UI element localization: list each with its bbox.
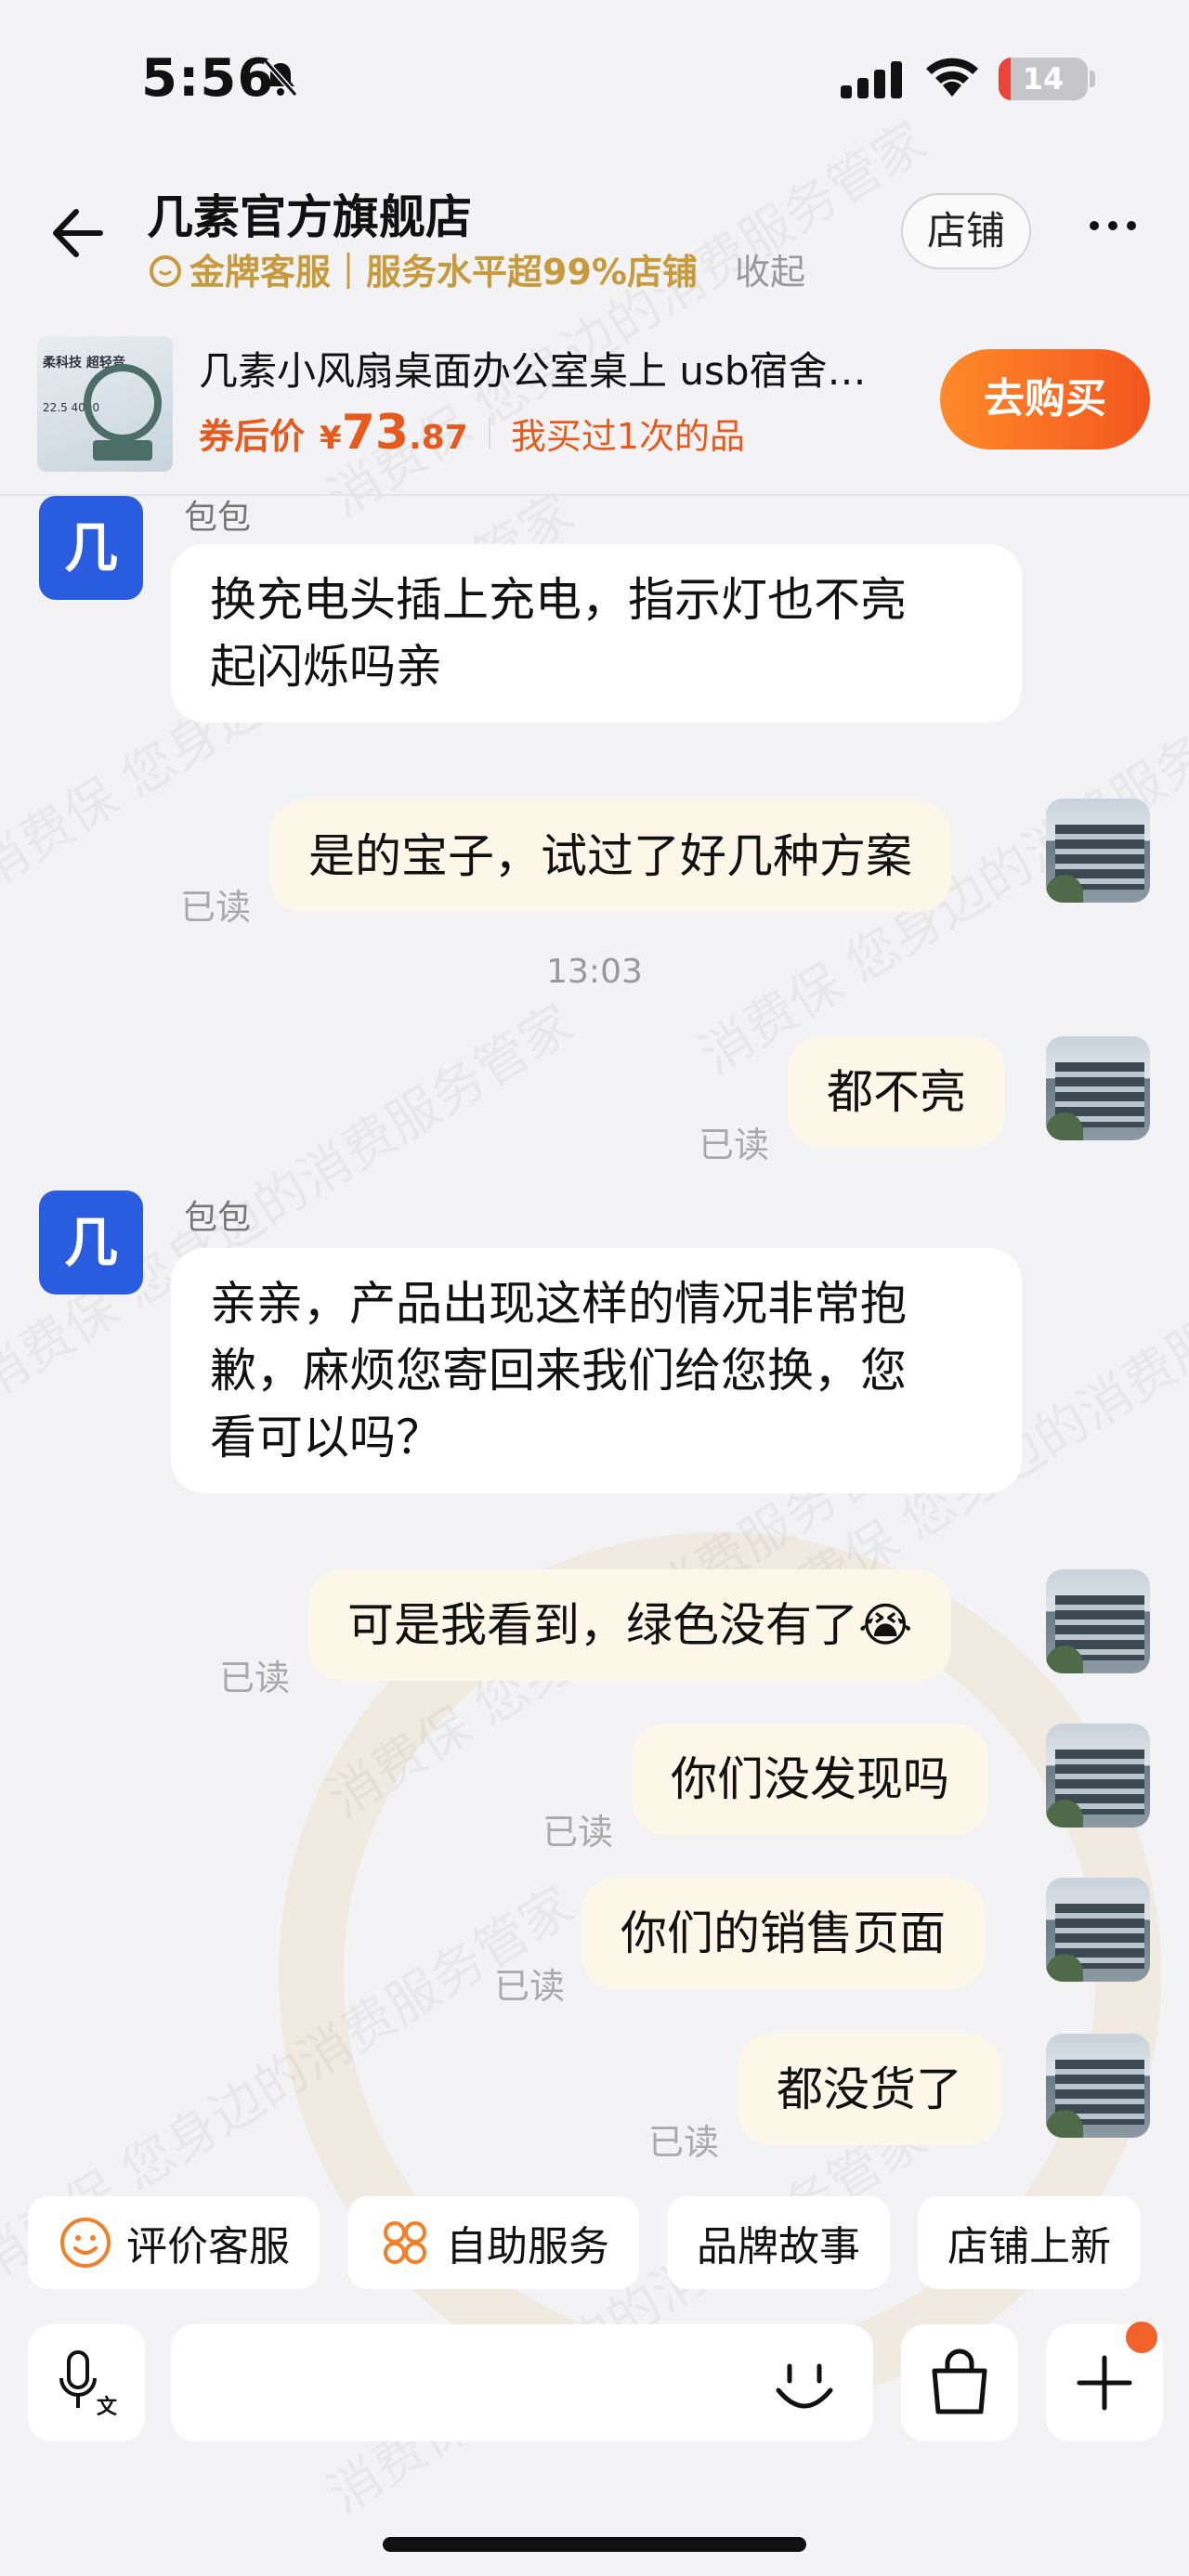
product-title[interactable]: 几素小风扇桌面办公室桌上 usb宿舍…	[199, 340, 923, 397]
bell-muted-icon	[263, 59, 298, 97]
voice-translate-icon: 文	[59, 2350, 118, 2419]
shopping-bag-button[interactable]	[901, 2324, 1018, 2441]
voice-input-button[interactable]: 文	[28, 2324, 145, 2441]
user-avatar[interactable]	[1046, 1569, 1150, 1673]
message-bubble-incoming[interactable]: 换充电头插上充电，指示灯也不亮 起闪烁吗亲	[171, 544, 1022, 722]
service-badge: 金牌客服｜服务水平超99%店铺	[189, 252, 698, 293]
sender-name: 包包	[184, 499, 252, 537]
smile-icon	[60, 2218, 111, 2268]
read-receipt: 已读	[648, 2122, 720, 2163]
battery-level: 14	[1022, 61, 1065, 97]
price-decimal: .87	[409, 419, 468, 457]
service-badge-row: 金牌客服｜服务水平超99%店铺 收起	[147, 243, 805, 294]
signal-icon	[841, 61, 902, 98]
shop-name[interactable]: 几素官方旗舰店	[147, 180, 472, 247]
purchase-history-text: 我买过1次的品	[510, 416, 746, 457]
chat-timestamp: 13:03	[546, 953, 643, 991]
message-text: 换充电头插上充电，指示灯也不亮	[210, 573, 907, 627]
store-button[interactable]: 店铺	[901, 193, 1031, 269]
buy-button[interactable]: 去购买	[940, 349, 1150, 449]
quick-actions-bar: 评价客服 自助服务 品牌故事 店铺上新	[28, 2196, 1141, 2289]
user-avatar[interactable]	[1046, 1724, 1150, 1828]
divider	[488, 417, 490, 449]
shopping-bag-icon	[932, 2348, 987, 2414]
rate-service-button[interactable]: 评价客服	[28, 2196, 320, 2289]
user-avatar[interactable]	[1046, 799, 1150, 903]
chip-label: 店铺上新	[947, 2223, 1111, 2270]
user-avatar[interactable]	[1046, 1878, 1150, 1982]
read-receipt: 已读	[542, 1812, 614, 1853]
new-arrivals-button[interactable]: 店铺上新	[918, 2196, 1141, 2289]
product-image[interactable]: 柔科技 超轻音 22.5 4000	[37, 336, 173, 472]
price-integer: 73	[341, 405, 410, 461]
price-row: 券后价 ¥ 73 .87 我买过1次的品	[199, 405, 745, 461]
price-label: 券后价	[199, 416, 306, 457]
message-text: 起闪烁吗亲	[210, 640, 442, 694]
message-bubble-outgoing[interactable]: 可是我看到，绿色没有了😭	[308, 1569, 952, 1681]
medal-icon	[150, 254, 181, 287]
grid-icon	[384, 2221, 426, 2264]
read-receipt: 已读	[219, 1658, 291, 1698]
wifi-icon	[926, 58, 978, 97]
message-text: 歉，麻烦您寄回来我们给您换，您	[210, 1344, 907, 1398]
sender-name: 包包	[184, 1199, 252, 1237]
user-avatar[interactable]	[1046, 2034, 1150, 2138]
message-input[interactable]	[171, 2324, 873, 2441]
svg-text:文: 文	[97, 2395, 118, 2419]
home-indicator[interactable]	[383, 2537, 806, 2552]
shop-avatar[interactable]: 几	[39, 1190, 143, 1295]
chip-label: 自助服务	[446, 2223, 609, 2270]
message-bubble-incoming[interactable]: 亲亲，产品出现这样的情况非常抱 歉，麻烦您寄回来我们给您换，您 看可以吗？	[171, 1248, 1022, 1493]
read-receipt: 已读	[180, 887, 252, 928]
back-arrow-icon[interactable]	[45, 202, 106, 264]
battery-cap	[1090, 71, 1095, 87]
message-text: 亲亲，产品出现这样的情况非常抱	[210, 1277, 907, 1331]
status-time: 5:56	[141, 48, 275, 109]
brand-story-button[interactable]: 品牌故事	[667, 2196, 890, 2289]
read-receipt: 已读	[494, 1966, 566, 2007]
chip-label: 品牌故事	[697, 2223, 860, 2270]
emoji-icon[interactable]	[769, 2349, 840, 2420]
shop-avatar[interactable]: 几	[39, 496, 143, 600]
collapse-link[interactable]: 收起	[735, 243, 805, 294]
product-card[interactable]: 柔科技 超轻音 22.5 4000 几素小风扇桌面办公室桌上 usb宿舍… 券后…	[0, 312, 1189, 496]
message-bubble-outgoing[interactable]: 都没货了	[738, 2034, 1001, 2145]
read-receipt: 已读	[699, 1125, 770, 1165]
message-text: 看可以吗？	[210, 1411, 442, 1464]
message-bubble-outgoing[interactable]: 是的宝子，试过了好几种方案	[269, 800, 951, 912]
battery-indicator: 14	[999, 58, 1088, 100]
notification-dot	[1126, 2322, 1157, 2353]
chat-screen: 消费保 您身边的消费服务管家 消费保 您身边的消费服务管家 消费保 您身边的消费…	[0, 0, 1189, 2576]
message-bubble-outgoing[interactable]: 都不亮	[788, 1036, 1005, 1148]
user-avatar[interactable]	[1046, 1036, 1150, 1140]
message-bubble-outgoing[interactable]: 你们没发现吗	[632, 1724, 988, 1835]
fan-base-graphic	[93, 440, 152, 461]
chip-label: 评价客服	[126, 2223, 290, 2270]
status-bar: 5:56 14	[0, 0, 1189, 163]
price-currency: ¥	[320, 420, 342, 457]
fan-graphic	[84, 364, 162, 442]
message-bubble-outgoing[interactable]: 你们的销售页面	[581, 1878, 985, 1989]
more-options-icon[interactable]	[1085, 212, 1141, 240]
plus-icon	[1077, 2355, 1132, 2411]
self-service-button[interactable]: 自助服务	[347, 2196, 639, 2289]
